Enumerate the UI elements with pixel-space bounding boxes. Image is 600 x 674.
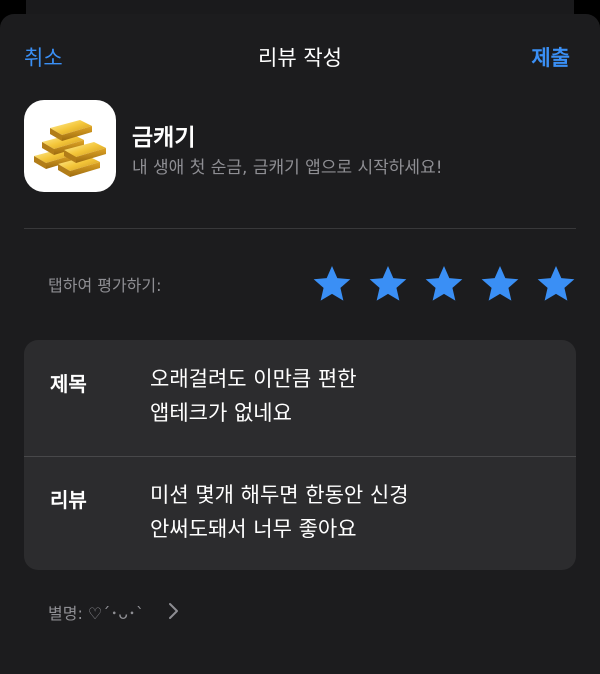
divider	[24, 228, 576, 229]
nav-bar: 취소 리뷰 작성 제출	[0, 42, 600, 72]
chevron-right-icon[interactable]	[168, 602, 180, 624]
review-body-field[interactable]: 미션 몇개 해두면 한동안 신경 안써도돼서 너무 좋아요	[150, 478, 409, 546]
app-name: 금캐기	[132, 125, 196, 151]
star-icon-4[interactable]	[478, 262, 522, 306]
card-divider	[24, 456, 576, 457]
review-line-1: 미션 몇개 해두면 한동안 신경	[150, 483, 409, 507]
star-rating[interactable]	[310, 262, 580, 306]
rating-label: 탭하여 평가하기:	[48, 276, 162, 295]
title-line-2: 앱테크가 없네요	[150, 401, 292, 425]
title-line-1: 오래걸려도 이만큼 편한	[150, 367, 357, 391]
title-field[interactable]: 오래걸려도 이만큼 편한 앱테크가 없네요	[150, 362, 357, 430]
nickname-row[interactable]: 별명: ♡´･ᴗ･`	[48, 600, 144, 624]
review-line-2: 안써도돼서 너무 좋아요	[150, 517, 357, 541]
gold-bars-icon	[24, 100, 116, 192]
star-icon-1[interactable]	[310, 262, 354, 306]
submit-button[interactable]: 제출	[531, 42, 570, 72]
star-icon-5[interactable]	[534, 262, 578, 306]
star-icon-3[interactable]	[422, 262, 466, 306]
review-label: 리뷰	[50, 488, 87, 512]
app-subtitle: 내 생애 첫 순금, 금캐기 앱으로 시작하세요!	[132, 158, 443, 178]
star-icon-2[interactable]	[366, 262, 410, 306]
review-form-card: 제목 오래걸려도 이만큼 편한 앱테크가 없네요 리뷰 미션 몇개 해두면 한동…	[24, 340, 576, 570]
title-label: 제목	[50, 372, 87, 396]
page-title: 리뷰 작성	[258, 46, 342, 70]
review-sheet: 취소 리뷰 작성 제출 금캐기 내 생애 첫 순금, 금캐기 앱으로 시작하세요…	[0, 14, 600, 674]
nickname-text: 별명: ♡´･ᴗ･`	[48, 604, 145, 623]
